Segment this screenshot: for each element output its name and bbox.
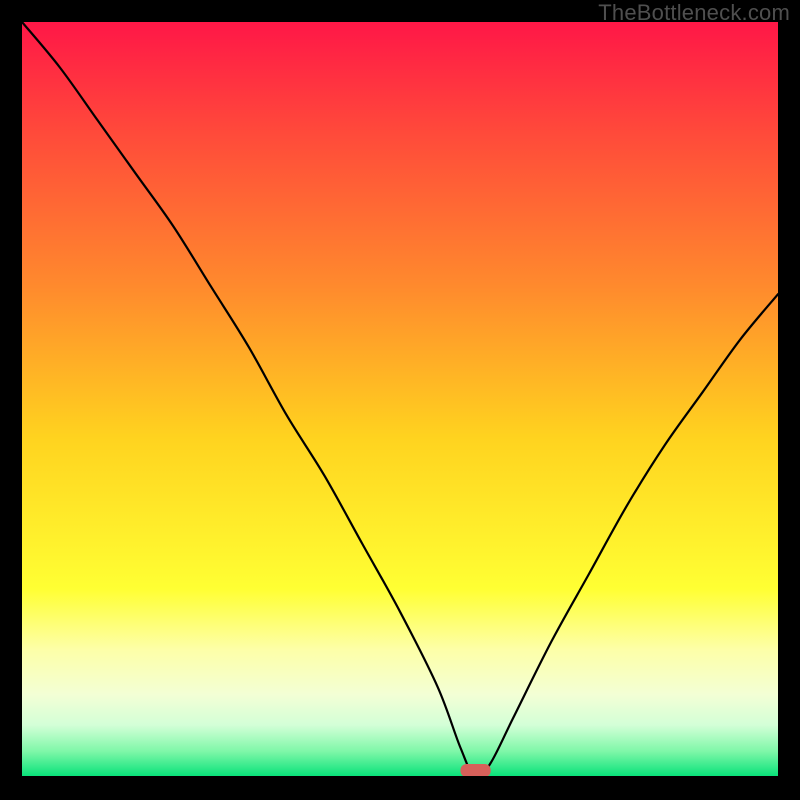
minimum-marker xyxy=(460,764,490,777)
chart-plot-area xyxy=(22,22,778,778)
attribution-label: TheBottleneck.com xyxy=(598,0,790,26)
chart-svg xyxy=(22,22,778,778)
chart-frame: TheBottleneck.com xyxy=(0,0,800,800)
gradient-background xyxy=(22,22,778,778)
x-axis-line xyxy=(22,776,778,778)
